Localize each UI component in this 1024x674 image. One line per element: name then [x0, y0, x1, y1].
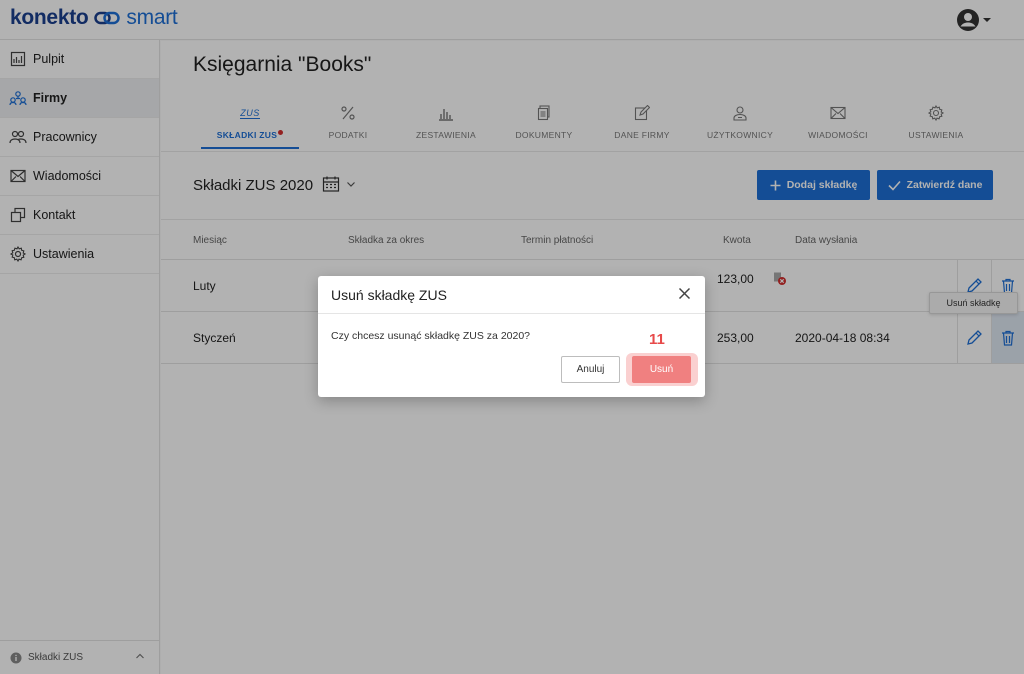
- cancel-button[interactable]: Anuluj: [561, 356, 620, 383]
- dialog-title: Usuń składkę ZUS: [331, 287, 447, 303]
- dialog-header: Usuń składkę ZUS: [318, 276, 705, 314]
- close-icon[interactable]: [678, 287, 691, 305]
- delete-confirm-dialog: Usuń składkę ZUS Czy chcesz usunąć skład…: [318, 276, 705, 397]
- delete-button[interactable]: Usuń: [632, 356, 691, 383]
- step-marker: 11: [649, 331, 665, 348]
- dialog-message: Czy chcesz usunąć składkę ZUS za 2020?: [331, 330, 531, 342]
